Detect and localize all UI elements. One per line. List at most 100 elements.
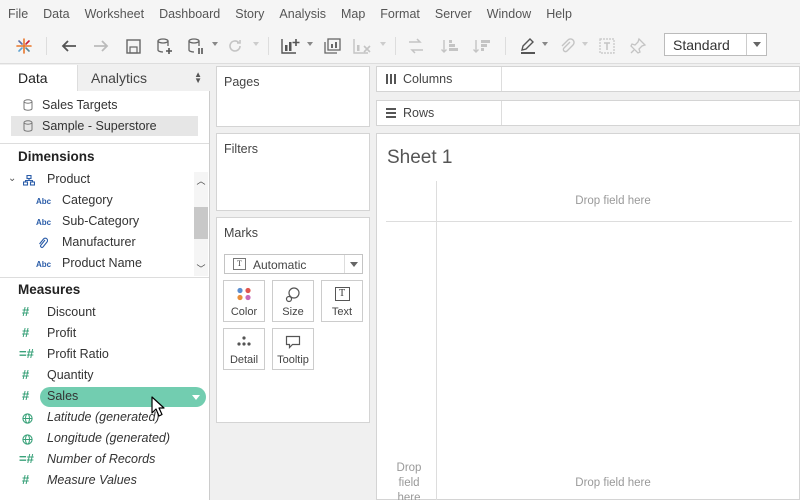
globe-icon <box>22 434 33 445</box>
field-label: Category <box>62 193 113 207</box>
chevron-down-icon: ⌄ <box>8 173 17 184</box>
size-button[interactable]: Size <box>272 280 314 322</box>
label-icon[interactable] <box>596 34 618 58</box>
string-type-icon: Abc <box>36 260 52 269</box>
marks-title: Marks <box>224 226 259 240</box>
filters-title: Filters <box>224 142 259 156</box>
scroll-up-icon[interactable]: ︿ <box>194 173 208 187</box>
forward-icon[interactable] <box>90 34 112 58</box>
up-down-arrow-icon: ▲ ▼ <box>194 70 202 85</box>
number-type-icon: # <box>22 304 30 319</box>
text-icon: T <box>334 287 350 301</box>
tab-analytics-label: Analytics <box>91 70 148 86</box>
field-label: Product <box>47 172 91 186</box>
drop-zone-bottom[interactable]: Drop field here <box>540 477 686 489</box>
back-icon[interactable] <box>58 34 80 58</box>
menu-worksheet[interactable]: Worksheet <box>85 7 145 21</box>
number-type-icon: # <box>22 388 30 403</box>
tooltip-label: Tooltip <box>277 354 309 366</box>
mark-type-value: Automatic <box>253 258 307 272</box>
number-type-icon: # <box>22 325 30 340</box>
columns-icon <box>386 74 396 84</box>
new-datasource-icon[interactable] <box>154 34 176 58</box>
text-button[interactable]: T Text <box>321 280 363 322</box>
divider <box>0 277 209 278</box>
scrollbar-thumb[interactable] <box>194 207 208 239</box>
menu-bar: File Data Worksheet Dashboard Story Anal… <box>0 0 800 28</box>
menu-window[interactable]: Window <box>487 7 531 21</box>
filters-shelf[interactable]: Filters <box>216 133 370 211</box>
field-label: Product Name <box>62 256 142 270</box>
attach-icon[interactable] <box>556 34 578 58</box>
swap-icon[interactable] <box>404 34 428 58</box>
number-type-icon: # <box>22 472 30 487</box>
duplicate-icon[interactable] <box>320 34 344 58</box>
scroll-down-icon[interactable]: ﹀ <box>194 261 208 275</box>
drop-zone-columns[interactable]: Drop field here <box>540 195 686 207</box>
tab-analytics[interactable]: Analytics ▲ ▼ <box>77 65 210 91</box>
sheet-title[interactable]: Sheet 1 <box>387 147 453 169</box>
mouse-cursor-icon <box>151 396 165 417</box>
mark-type-select[interactable]: T Automatic <box>224 254 363 274</box>
menu-data[interactable]: Data <box>43 7 69 21</box>
field-label: Profit Ratio <box>47 347 109 361</box>
size-label: Size <box>282 306 304 318</box>
drop-zone-rows[interactable]: Drop field here <box>390 461 428 500</box>
string-type-icon: Abc <box>36 197 52 206</box>
sort-descending-icon[interactable] <box>470 34 494 58</box>
datasource-label: Sample - Superstore <box>42 119 157 133</box>
number-type-icon: # <box>22 367 30 382</box>
sort-ascending-icon[interactable] <box>438 34 462 58</box>
pin-icon[interactable] <box>627 34 649 58</box>
rows-shelf[interactable]: Rows <box>376 100 800 126</box>
menu-analysis[interactable]: Analysis <box>279 7 326 21</box>
menu-story[interactable]: Story <box>235 7 264 21</box>
datasource-sales-targets[interactable]: Sales Targets <box>11 95 198 115</box>
globe-icon <box>22 413 33 424</box>
chevron-down-icon <box>344 255 362 273</box>
tooltip-icon <box>285 335 301 349</box>
pages-title: Pages <box>224 75 260 89</box>
paperclip-icon <box>39 237 48 248</box>
menu-format[interactable]: Format <box>380 7 420 21</box>
dimensions-title: Dimensions <box>18 149 95 164</box>
menu-server[interactable]: Server <box>435 7 472 21</box>
divider <box>0 143 209 144</box>
detail-button[interactable]: Detail <box>223 328 265 370</box>
refresh-icon[interactable] <box>224 34 246 58</box>
hierarchy-icon <box>23 175 35 186</box>
field-label: Profit <box>47 326 77 340</box>
field-label: Longitude (generated) <box>47 431 171 445</box>
divider <box>386 221 792 222</box>
pause-updates-icon[interactable] <box>185 34 207 58</box>
tooltip-button[interactable]: Tooltip <box>272 328 314 370</box>
text-label: Text <box>331 306 353 318</box>
menu-dashboard[interactable]: Dashboard <box>159 7 220 21</box>
columns-shelf[interactable]: Columns <box>376 66 800 92</box>
view-canvas[interactable] <box>376 133 800 500</box>
text-mark-icon: T <box>233 258 246 270</box>
field-label: Discount <box>47 305 96 319</box>
chevron-down-icon <box>746 34 766 55</box>
clear-icon[interactable] <box>350 34 374 58</box>
size-icon <box>285 287 300 303</box>
color-button[interactable]: Color <box>223 280 265 322</box>
menu-file[interactable]: File <box>8 7 28 21</box>
field-label: Sub-Category <box>62 214 140 228</box>
datasource-label: Sales Targets <box>42 98 118 112</box>
highlight-icon[interactable] <box>516 34 540 58</box>
tab-data[interactable]: Data <box>0 65 77 91</box>
detail-label: Detail <box>229 354 259 366</box>
database-icon <box>23 99 33 111</box>
save-icon[interactable] <box>122 34 144 58</box>
tableau-logo-icon[interactable] <box>12 34 36 58</box>
fit-select[interactable]: Standard <box>664 33 767 56</box>
menu-help[interactable]: Help <box>546 7 572 21</box>
new-worksheet-icon[interactable] <box>278 34 302 58</box>
string-type-icon: Abc <box>36 218 52 227</box>
divider <box>436 181 437 500</box>
field-label: Latitude (generated) <box>47 410 160 424</box>
menu-map[interactable]: Map <box>341 7 365 21</box>
datasource-sample-superstore[interactable]: Sample - Superstore <box>11 116 198 136</box>
pages-shelf[interactable]: Pages <box>216 66 370 127</box>
